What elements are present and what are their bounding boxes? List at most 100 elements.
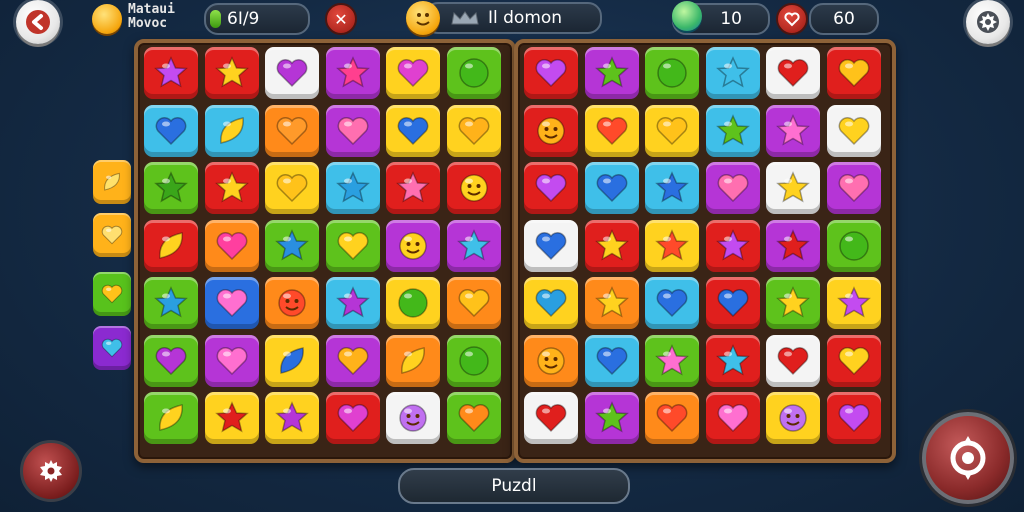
right-board-tile[interactable] bbox=[645, 104, 699, 157]
right-board-tile[interactable] bbox=[584, 47, 639, 99]
left-board-tile[interactable] bbox=[144, 219, 198, 272]
gear-icon bbox=[977, 11, 999, 33]
side-piece[interactable] bbox=[93, 213, 131, 257]
puzzle-piece-button[interactable] bbox=[20, 440, 82, 502]
left-board-tile[interactable] bbox=[265, 162, 319, 214]
left-board-tile[interactable] bbox=[144, 277, 198, 329]
right-board-tile[interactable] bbox=[645, 277, 699, 329]
left-board-tile[interactable] bbox=[265, 219, 319, 272]
side-piece[interactable] bbox=[93, 160, 131, 204]
right-board-tile[interactable] bbox=[705, 334, 760, 387]
right-board-tile[interactable] bbox=[705, 162, 760, 214]
left-board-tile[interactable] bbox=[265, 277, 319, 329]
right-board-tile[interactable] bbox=[524, 334, 578, 387]
star-icon bbox=[335, 286, 370, 318]
right-board-tile[interactable] bbox=[524, 219, 578, 272]
left-board-tile[interactable] bbox=[446, 334, 501, 387]
left-board-tile[interactable] bbox=[144, 392, 198, 444]
left-board-tile[interactable] bbox=[325, 392, 380, 444]
right-board-tile[interactable] bbox=[645, 334, 699, 387]
puzzle-label-bar[interactable]: Puzdl bbox=[398, 468, 630, 504]
right-board-tile[interactable] bbox=[826, 47, 881, 99]
compass-button[interactable] bbox=[922, 412, 1014, 504]
right-board-tile[interactable] bbox=[645, 162, 699, 214]
left-board-tile[interactable] bbox=[144, 47, 198, 99]
left-board-tile[interactable] bbox=[386, 392, 440, 444]
right-board-tile[interactable] bbox=[826, 162, 881, 214]
left-board-tile[interactable] bbox=[265, 392, 319, 444]
right-board-tile[interactable] bbox=[584, 104, 639, 157]
right-board-tile[interactable] bbox=[766, 277, 820, 329]
left-board-tile[interactable] bbox=[386, 334, 440, 387]
left-board-tile[interactable] bbox=[204, 162, 259, 214]
right-board-tile[interactable] bbox=[584, 219, 639, 272]
left-board-tile[interactable] bbox=[325, 219, 380, 272]
right-board-tile[interactable] bbox=[705, 219, 760, 272]
right-board-tile[interactable] bbox=[524, 47, 578, 99]
left-board-tile[interactable] bbox=[325, 104, 380, 157]
right-board-tile[interactable] bbox=[766, 104, 820, 157]
left-board-tile[interactable] bbox=[386, 219, 440, 272]
side-piece[interactable] bbox=[93, 272, 131, 316]
right-board-tile[interactable] bbox=[524, 104, 578, 157]
left-board-tile[interactable] bbox=[204, 104, 259, 157]
right-board-tile[interactable] bbox=[705, 392, 760, 444]
left-board-tile[interactable] bbox=[265, 104, 319, 157]
right-board-tile[interactable] bbox=[584, 277, 639, 329]
right-board-tile[interactable] bbox=[705, 47, 760, 99]
left-board-tile[interactable] bbox=[144, 334, 198, 387]
left-board-tile[interactable] bbox=[144, 104, 198, 157]
left-board-tile[interactable] bbox=[446, 219, 501, 272]
left-board-tile[interactable] bbox=[446, 392, 501, 444]
close-small-button[interactable]: ✕ bbox=[325, 3, 357, 35]
right-board-tile[interactable] bbox=[524, 162, 578, 214]
right-board-tile[interactable] bbox=[705, 277, 760, 329]
right-board-tile[interactable] bbox=[645, 219, 699, 272]
left-board-tile[interactable] bbox=[325, 334, 380, 387]
settings-button[interactable] bbox=[966, 0, 1010, 44]
right-board-tile[interactable] bbox=[645, 392, 699, 444]
left-board-tile[interactable] bbox=[446, 47, 501, 99]
left-board-tile[interactable] bbox=[204, 47, 259, 99]
right-board-tile[interactable] bbox=[826, 334, 881, 387]
left-board-tile[interactable] bbox=[325, 47, 380, 99]
left-board-tile[interactable] bbox=[144, 162, 198, 214]
right-board-tile[interactable] bbox=[524, 277, 578, 329]
left-board-tile[interactable] bbox=[204, 334, 259, 387]
left-board-tile[interactable] bbox=[386, 277, 440, 329]
side-piece[interactable] bbox=[93, 326, 131, 370]
left-board-tile[interactable] bbox=[204, 277, 259, 329]
star-icon bbox=[594, 56, 629, 88]
left-board-tile[interactable] bbox=[386, 104, 440, 157]
left-board-tile[interactable] bbox=[446, 162, 501, 214]
left-board-tile[interactable] bbox=[386, 47, 440, 99]
right-board-tile[interactable] bbox=[826, 392, 881, 444]
right-board-tile[interactable] bbox=[766, 334, 820, 387]
left-board-tile[interactable] bbox=[446, 104, 501, 157]
left-board-tile[interactable] bbox=[204, 392, 259, 444]
back-button[interactable] bbox=[16, 0, 60, 44]
right-board-tile[interactable] bbox=[584, 334, 639, 387]
right-board-tile[interactable] bbox=[584, 162, 639, 214]
left-board-tile[interactable] bbox=[265, 334, 319, 387]
right-board-tile[interactable] bbox=[766, 392, 820, 444]
right-board-tile[interactable] bbox=[584, 392, 639, 444]
left-board-tile[interactable] bbox=[204, 219, 259, 272]
right-board-tile[interactable] bbox=[524, 392, 578, 444]
left-board-tile[interactable] bbox=[446, 277, 501, 329]
star-icon bbox=[715, 113, 750, 146]
right-board-tile[interactable] bbox=[826, 219, 881, 272]
right-board-tile[interactable] bbox=[705, 104, 760, 157]
right-board-tile[interactable] bbox=[766, 219, 820, 272]
right-board-tile[interactable] bbox=[645, 47, 699, 99]
right-board-tile[interactable] bbox=[766, 47, 820, 99]
right-board-tile[interactable] bbox=[826, 277, 881, 329]
heart-icon bbox=[397, 59, 429, 88]
left-board-tile[interactable] bbox=[325, 277, 380, 329]
left-board-tile[interactable] bbox=[386, 162, 440, 214]
right-board-tile[interactable] bbox=[766, 162, 820, 214]
left-board-tile[interactable] bbox=[325, 162, 380, 214]
mode-text: Il domon bbox=[488, 8, 563, 28]
right-board-tile[interactable] bbox=[826, 104, 881, 157]
left-board-tile[interactable] bbox=[265, 47, 319, 99]
